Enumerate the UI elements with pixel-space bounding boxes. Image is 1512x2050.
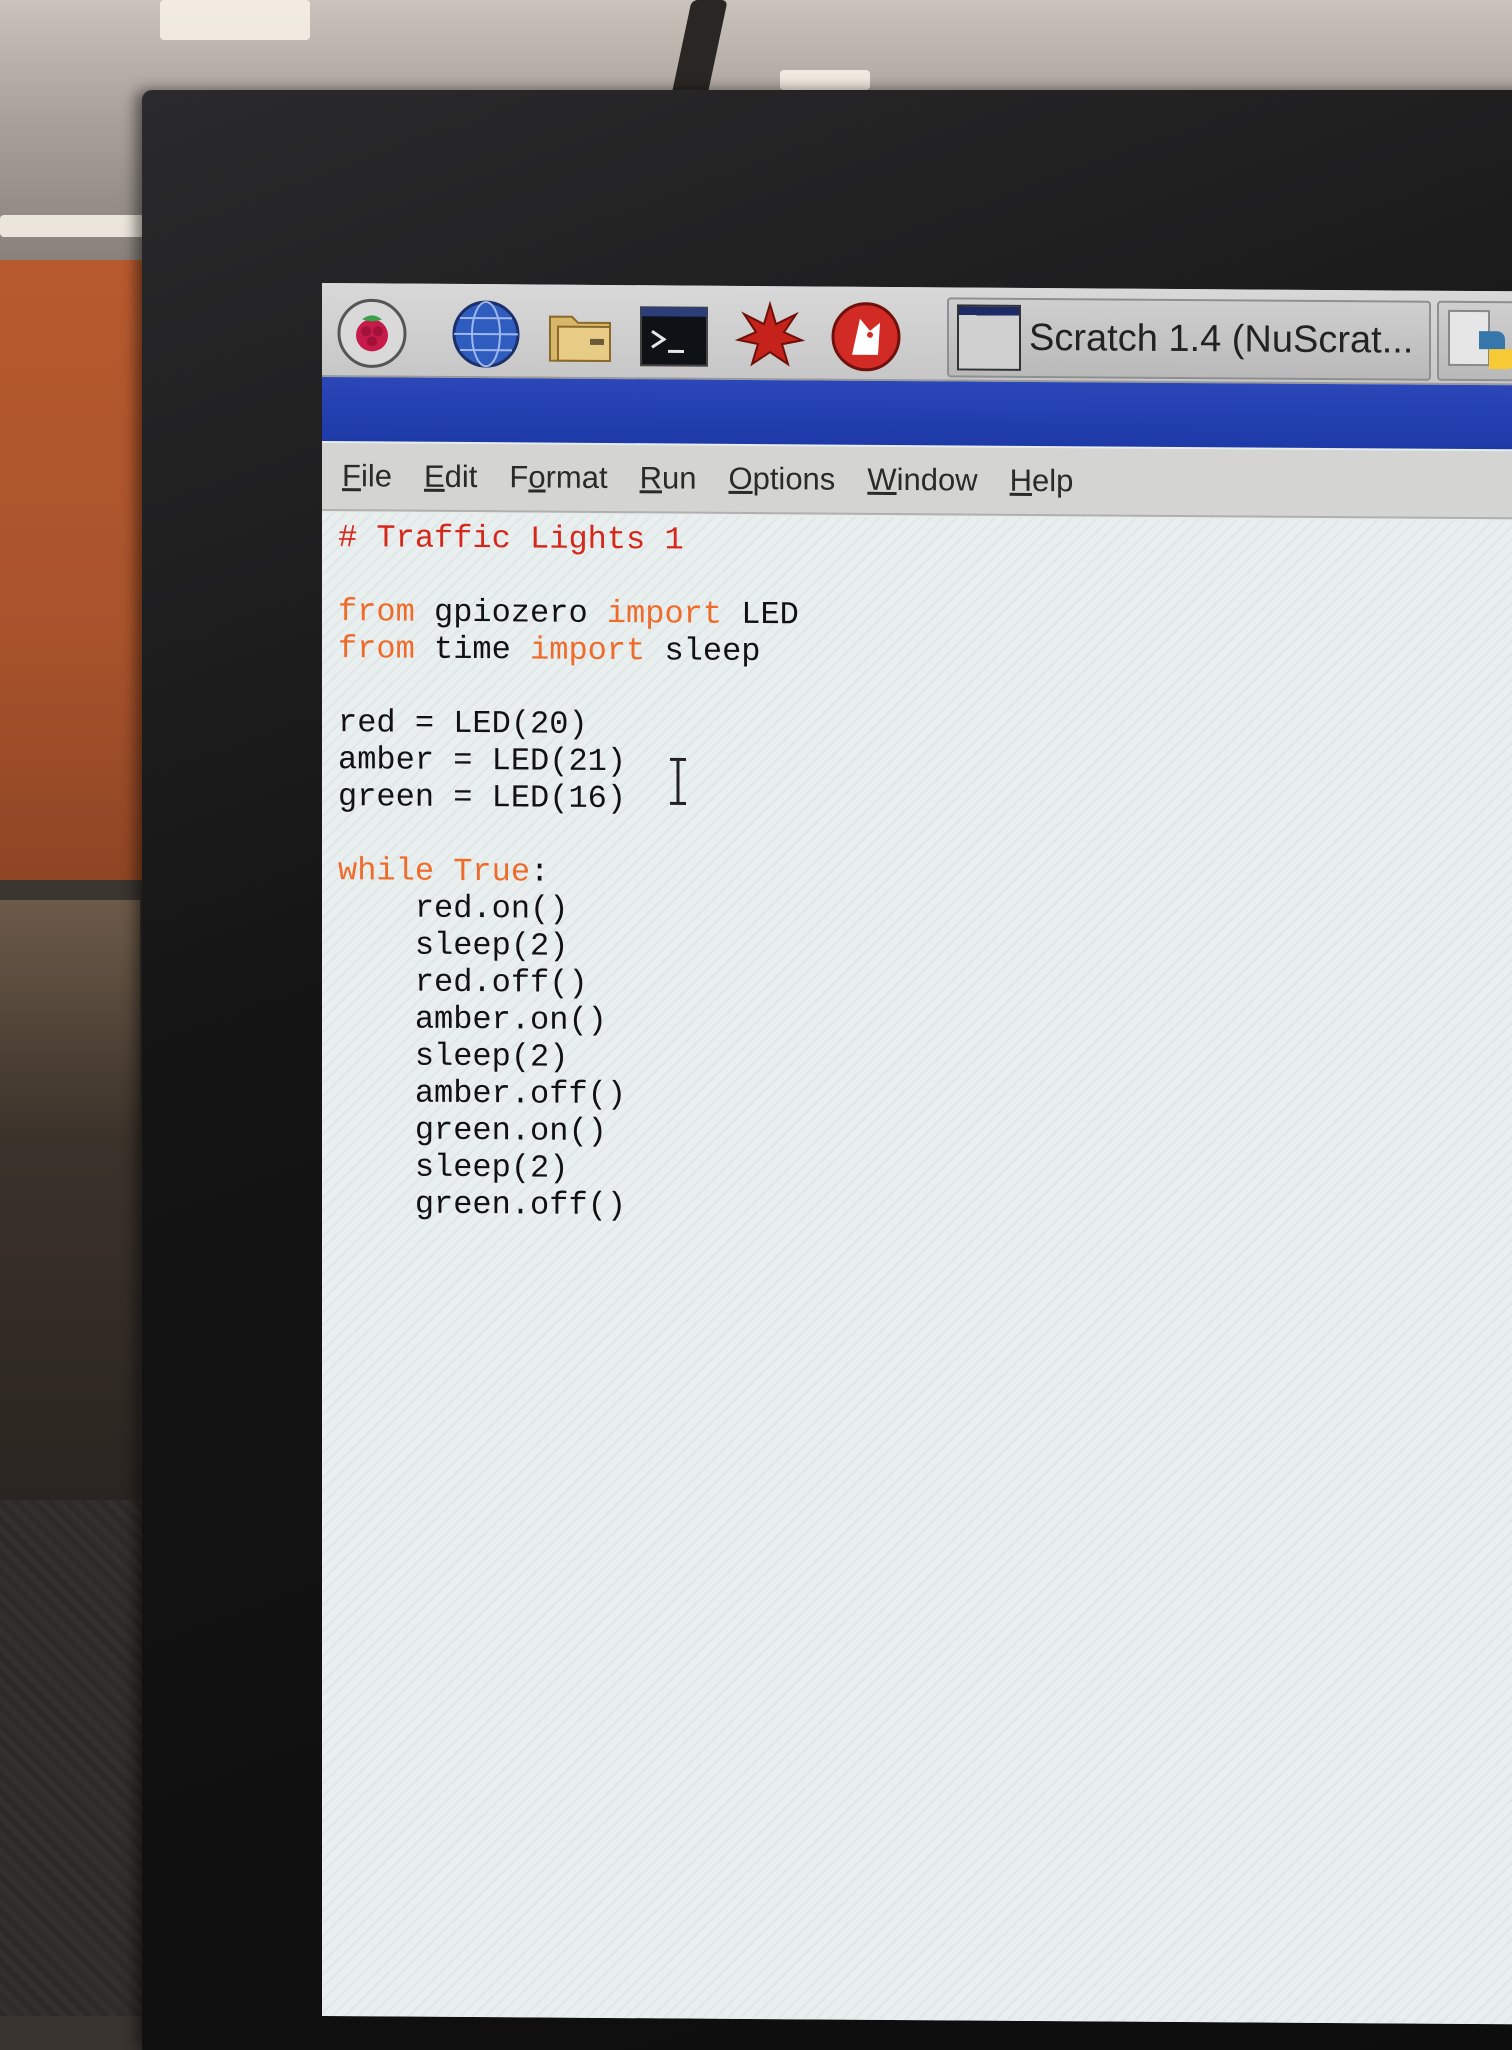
- raspberry-menu-icon[interactable]: [336, 297, 408, 370]
- menu-label: ile: [361, 458, 392, 493]
- menu-label: un: [662, 460, 696, 495]
- mnemonic: E: [424, 459, 445, 494]
- keyword-token: from: [338, 593, 415, 631]
- mnemonic: R: [640, 460, 662, 495]
- mnemonic: O: [728, 461, 752, 496]
- ceiling-light: [160, 0, 310, 40]
- mnemonic: H: [1010, 463, 1032, 498]
- file-manager-icon[interactable]: [544, 299, 616, 372]
- mathematica-icon[interactable]: [734, 300, 806, 373]
- menu-options[interactable]: Options: [728, 461, 835, 498]
- ceiling-light: [0, 215, 145, 237]
- taskbar: Scratch 1.4 (NuScrat...: [322, 283, 1512, 385]
- menu-label: dit: [445, 459, 478, 494]
- menu-edit[interactable]: Edit: [424, 459, 477, 495]
- window-titlebar[interactable]: [322, 377, 1512, 449]
- python-task-button[interactable]: [1437, 301, 1512, 382]
- menu-label: elp: [1032, 463, 1073, 498]
- mnemonic: F: [342, 458, 361, 493]
- menu-help[interactable]: Help: [1010, 463, 1074, 499]
- code-editor[interactable]: # Traffic Lights 1 from gpiozero import …: [322, 513, 1512, 2024]
- menu-label-pre: F: [509, 459, 528, 494]
- menu-file[interactable]: File: [342, 458, 392, 494]
- desk: [0, 900, 140, 1500]
- menu-label: indow: [897, 462, 978, 498]
- task-label: Scratch 1.4 (NuScrat...: [1029, 316, 1413, 362]
- terminal-icon[interactable]: [638, 299, 710, 372]
- keyword-token: from: [338, 630, 415, 668]
- screen: Scratch 1.4 (NuScrat... File Edit Format…: [322, 283, 1512, 2024]
- comment-token: # Traffic Lights 1: [338, 519, 684, 558]
- orange-wall: [0, 260, 150, 880]
- menu-label: ptions: [753, 461, 836, 497]
- ceiling-light: [780, 70, 870, 90]
- menu-format[interactable]: Format: [509, 459, 607, 496]
- code-text: :: [530, 853, 549, 890]
- floor: [0, 1500, 150, 2016]
- code-line: green.off(): [338, 1185, 1512, 1230]
- mnemonic: o: [528, 459, 545, 494]
- menu-label: rmat: [546, 460, 608, 495]
- scratch-task-button[interactable]: Scratch 1.4 (NuScrat...: [947, 297, 1431, 380]
- menu-run[interactable]: Run: [640, 460, 697, 496]
- keyword-token: import: [530, 631, 645, 669]
- keyword-token: import: [607, 595, 722, 633]
- code-text: gpiozero: [415, 594, 607, 632]
- menu-bar: File Edit Format Run Options Window Help: [322, 443, 1512, 519]
- code-text: sleep: [645, 632, 760, 670]
- wolfram-icon[interactable]: [830, 301, 902, 374]
- keyword-token: while: [338, 852, 434, 890]
- text-cursor-icon: [667, 757, 689, 805]
- code-text: time: [415, 631, 530, 669]
- keyword-token: True: [434, 853, 530, 891]
- python-icon: [1439, 303, 1512, 380]
- code-text: LED: [722, 596, 799, 634]
- window-thumbnail-icon: [957, 304, 1021, 370]
- mnemonic: W: [867, 462, 896, 497]
- web-browser-icon[interactable]: [450, 298, 522, 371]
- menu-window[interactable]: Window: [867, 462, 977, 499]
